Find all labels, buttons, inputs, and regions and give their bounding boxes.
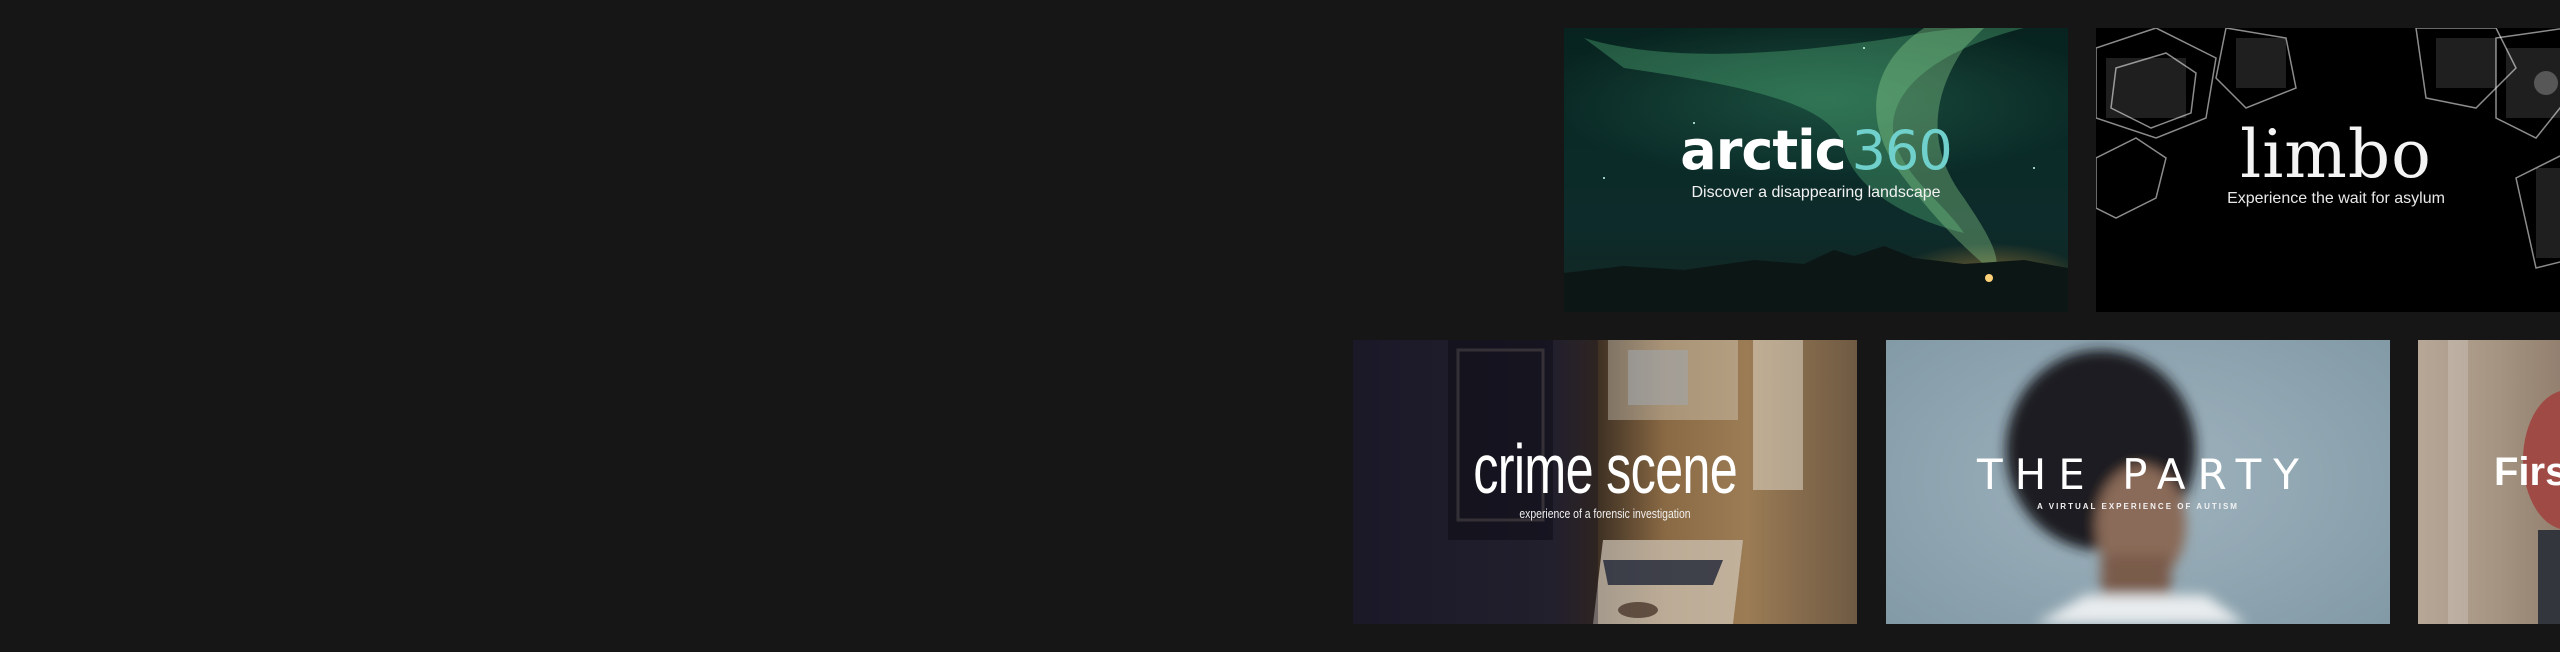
tile-subtitle: experience of a forensic investigation — [1519, 505, 1691, 521]
tile-title: THE PARTY — [1977, 449, 2311, 499]
tile-title: Firs — [2494, 450, 2560, 494]
tile-the-party-caption: THE PARTY A VIRTUAL EXPERIENCE OF AUTISM — [1886, 340, 2390, 624]
tile-title: crime scene — [1473, 429, 1737, 508]
tile-subtitle: A VIRTUAL EXPERIENCE OF AUTISM — [2037, 501, 2239, 511]
tile-title: arctic 360 — [1680, 124, 1953, 178]
tile-subtitle: Discover a disappearing landscape — [1691, 184, 1941, 201]
tile-title: limbo — [2240, 116, 2432, 193]
tile-partial[interactable]: Firs — [2418, 340, 2560, 624]
tile-limbo-caption: limbo Experience the wait for asylum — [2096, 28, 2560, 312]
tile-subtitle: Experience the wait for asylum — [2227, 190, 2445, 207]
tile-arctic360-caption: arctic 360 Discover a disappearing landsc… — [1564, 28, 2068, 312]
tile-crime-scene[interactable]: crime scene experience of a forensic inv… — [1353, 340, 1857, 624]
title-accent-part: 360 — [1851, 119, 1953, 182]
tile-arctic360[interactable]: arctic 360 Discover a disappearing landsc… — [1564, 28, 2068, 312]
experience-gallery: arctic 360 Discover a disappearing landsc… — [0, 0, 2560, 652]
tile-crime-scene-caption: crime scene experience of a forensic inv… — [1353, 340, 1857, 624]
tile-limbo[interactable]: limbo Experience the wait for asylum — [2096, 28, 2560, 312]
title-bold-part: arctic — [1680, 119, 1846, 182]
tile-the-party[interactable]: THE PARTY A VIRTUAL EXPERIENCE OF AUTISM — [1886, 340, 2390, 624]
